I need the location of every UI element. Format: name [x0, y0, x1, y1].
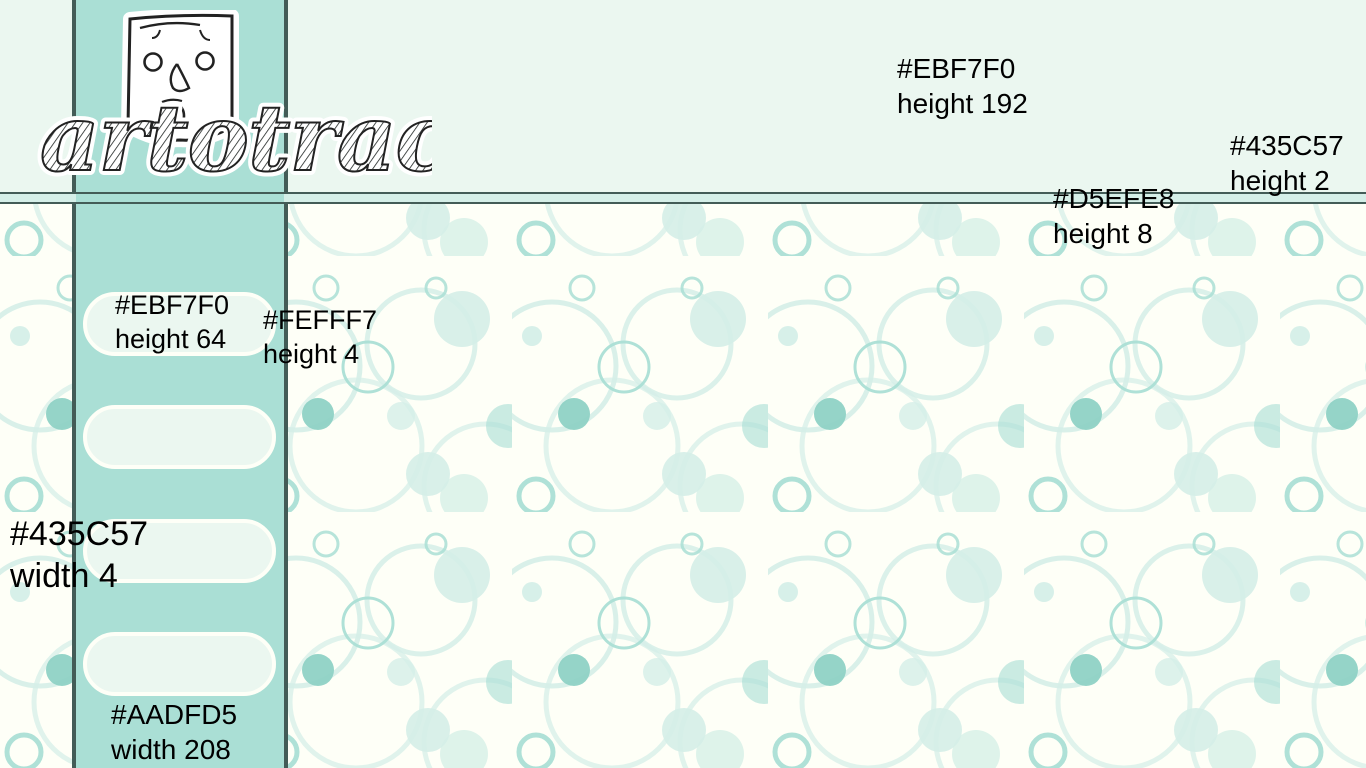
border-color-annotation: #435C57 width 4: [10, 513, 148, 597]
white-outline-annotation: #FEFFF7 height 4: [263, 304, 377, 372]
border-color-label: #435C57: [10, 515, 149, 553]
border-size-label: width 4: [10, 557, 118, 596]
art-tract-logo[interactable]: artotract artotract: [22, 10, 432, 182]
stripe-color-label: #D5EFE8: [1053, 183, 1175, 214]
logo-wordmark-outline: artotract: [40, 84, 432, 182]
sidebar-header-gap: [76, 194, 284, 202]
pill-color-label: #EBF7F0: [115, 290, 230, 320]
header-size-label: height 192: [897, 88, 1028, 119]
rule-size-label: height 2: [1230, 165, 1330, 196]
pill-color-annotation: #EBF7F0 height 64: [115, 289, 229, 357]
sidebar-size-label: width 208: [111, 734, 231, 765]
stripe-size-label: height 8: [1053, 218, 1153, 249]
header-color-annotation: #EBF7F0 height 192: [897, 51, 1028, 121]
sidebar-nav-pill-2[interactable]: [83, 405, 276, 469]
stripe-color-annotation: #D5EFE8 height 8: [1053, 181, 1174, 251]
white-color-label: #FEFFF7: [263, 305, 378, 335]
header-color-label: #EBF7F0: [897, 53, 1016, 84]
art-tract-style-guide-screen: artotract artotract #EBF7F0 height 192 #…: [0, 0, 1366, 768]
rule-color-annotation: #435C57 height 2: [1230, 128, 1344, 198]
rule-color-label: #435C57: [1230, 130, 1344, 161]
sidebar-color-annotation: #AADFD5 width 208: [111, 697, 237, 767]
sidebar-color-label: #AADFD5: [111, 699, 238, 730]
pill-size-label: height 64: [115, 323, 227, 354]
sidebar-nav-pill-4[interactable]: [83, 632, 276, 696]
white-size-label: height 4: [263, 338, 360, 369]
